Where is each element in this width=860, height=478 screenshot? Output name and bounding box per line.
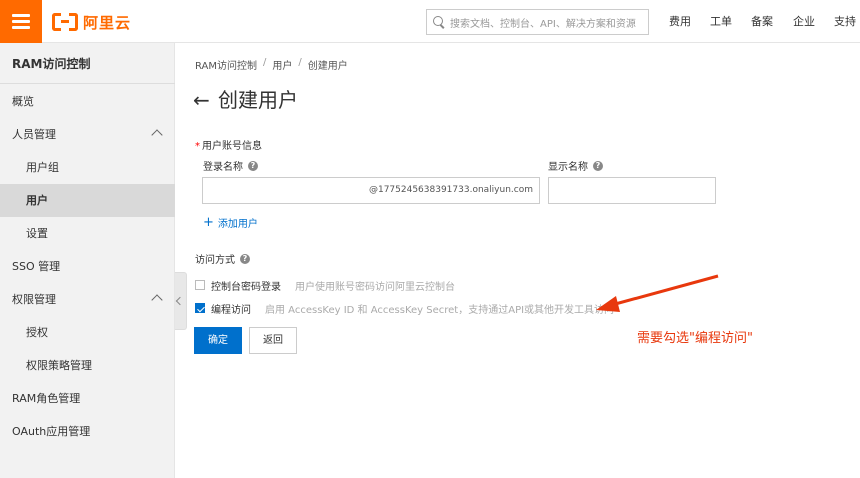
sidebar-item-permissions[interactable]: 权限管理 xyxy=(0,283,175,316)
breadcrumb-separator: / xyxy=(263,57,267,68)
plus-icon: + xyxy=(203,214,214,230)
add-user-label: 添加用户 xyxy=(217,219,258,230)
sidebar-collapse-handle[interactable] xyxy=(175,272,187,330)
programmatic-access-desc: 启用 AccessKey ID 和 AccessKey Secret，支持通过A… xyxy=(265,304,615,316)
access-method-label-text: 访问方式 xyxy=(195,255,235,266)
sidebar-item-oauth[interactable]: OAuth应用管理 xyxy=(0,415,175,448)
nav-tickets[interactable]: 工单 xyxy=(710,0,732,43)
console-access-checkbox[interactable] xyxy=(195,280,205,290)
sidebar-item-users[interactable]: 用户 xyxy=(0,184,175,217)
logo-text: 阿里云 xyxy=(83,13,132,32)
help-icon[interactable]: ? xyxy=(240,253,250,264)
sidebar-item-grants[interactable]: 授权 xyxy=(0,316,175,349)
sidebar-item-policies[interactable]: 权限策略管理 xyxy=(0,349,175,382)
login-name-label: 登录名称 ? xyxy=(203,158,258,173)
sidebar-item-identities[interactable]: 人员管理 xyxy=(0,118,175,151)
sidebar-item-sso[interactable]: SSO 管理 xyxy=(0,250,175,283)
breadcrumb-item-current: 创建用户 xyxy=(307,61,348,72)
breadcrumb-item[interactable]: 用户 xyxy=(272,57,292,72)
display-name-label: 显示名称 ? xyxy=(548,158,603,173)
sidebar-item-overview[interactable]: 概览 xyxy=(0,85,175,118)
section-label: * 用户账号信息 xyxy=(195,137,262,152)
programmatic-access-checkbox[interactable] xyxy=(195,303,205,313)
login-name-input[interactable]: @1775245638391733.onaliyun.com xyxy=(202,177,540,204)
logo-mark-icon xyxy=(52,13,78,31)
login-name-label-text: 登录名称 xyxy=(203,162,243,173)
nav-billing[interactable]: 费用 xyxy=(669,0,691,43)
sidebar-title: RAM访问控制 xyxy=(12,57,91,71)
help-icon[interactable]: ? xyxy=(248,160,258,171)
nav-support[interactable]: 支持 xyxy=(834,0,856,43)
annotation-arrow-head xyxy=(596,296,620,312)
sidebar: RAM访问控制 概览 人员管理 用户组 用户 设置 SSO 管理 权限管理 授权… xyxy=(0,43,175,478)
aliyun-logo[interactable]: 阿里云 xyxy=(52,11,131,33)
sidebar-item-groups[interactable]: 用户组 xyxy=(0,151,175,184)
nav-enterprise[interactable]: 企业 xyxy=(793,0,815,43)
page-title: 创建用户 xyxy=(218,88,298,112)
sidebar-item-settings[interactable]: 设置 xyxy=(0,217,175,250)
annotation-text: 需要勾选"编程访问" xyxy=(637,331,753,346)
sidebar-item-label: 人员管理 xyxy=(12,128,56,141)
breadcrumb-separator: / xyxy=(298,57,302,68)
menu-icon[interactable] xyxy=(0,0,42,43)
chevron-up-icon xyxy=(151,129,163,141)
back-button[interactable]: 返回 xyxy=(249,327,297,354)
chevron-left-icon xyxy=(175,296,185,306)
section-label-text: 用户账号信息 xyxy=(202,141,262,152)
programmatic-access-label: 编程访问 xyxy=(211,304,251,316)
search-placeholder: 搜索文档、控制台、API、解决方案和资源 xyxy=(450,18,636,30)
access-method-label: 访问方式 ? xyxy=(195,251,250,266)
sidebar-divider xyxy=(0,83,175,84)
nav-icp[interactable]: 备案 xyxy=(751,0,773,43)
breadcrumb-item[interactable]: RAM访问控制 xyxy=(195,57,257,72)
chevron-up-icon xyxy=(151,294,163,306)
top-bar: 阿里云 搜索文档、控制台、API、解决方案和资源 费用 工单 备案 企业 支持 xyxy=(0,0,860,43)
console-access-desc: 用户使用账号密码访问阿里云控制台 xyxy=(295,281,455,293)
required-mark: * xyxy=(195,141,200,152)
help-icon[interactable]: ? xyxy=(593,160,603,171)
display-name-label-text: 显示名称 xyxy=(548,162,588,173)
sidebar-item-roles[interactable]: RAM角色管理 xyxy=(0,382,175,415)
annotation-arrow-shaft xyxy=(607,274,719,308)
programmatic-access-option[interactable]: 编程访问 启用 AccessKey ID 和 AccessKey Secret，… xyxy=(195,301,615,316)
login-name-suffix: @1775245638391733.onaliyun.com xyxy=(368,185,533,195)
confirm-button[interactable]: 确定 xyxy=(194,327,242,354)
console-access-option[interactable]: 控制台密码登录 用户使用账号密码访问阿里云控制台 xyxy=(195,278,455,293)
annotation-arrow xyxy=(596,274,719,312)
add-user-button[interactable]: + 添加用户 xyxy=(203,214,258,231)
search-icon xyxy=(433,16,445,28)
display-name-input[interactable] xyxy=(548,177,716,204)
sidebar-item-label: 权限管理 xyxy=(12,293,56,306)
search-input[interactable]: 搜索文档、控制台、API、解决方案和资源 xyxy=(426,9,649,35)
breadcrumb: RAM访问控制 / 用户 / 创建用户 xyxy=(195,57,348,72)
console-access-label: 控制台密码登录 xyxy=(211,281,281,293)
back-arrow-icon[interactable]: ← xyxy=(193,89,210,111)
